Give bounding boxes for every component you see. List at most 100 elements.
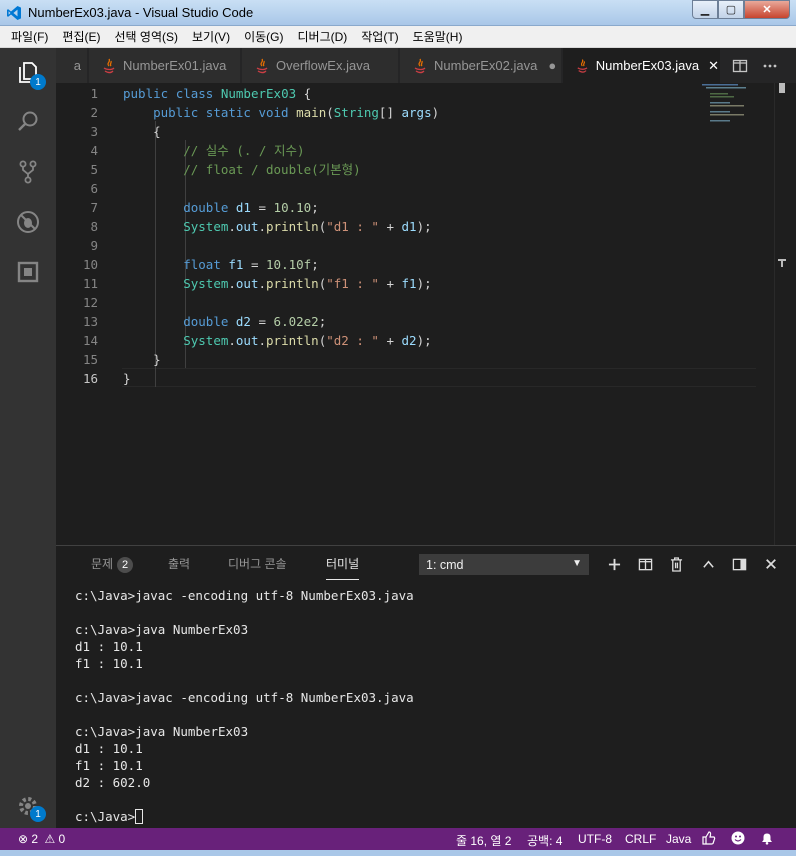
menu-debug[interactable]: 디버그(D) xyxy=(290,28,354,45)
menu-view[interactable]: 보기(V) xyxy=(185,28,237,45)
title-bar: NumberEx03.java - Visual Studio Code ▁ ▢… xyxy=(0,0,796,26)
code-line[interactable]: public static void main(String[] args) xyxy=(123,103,439,122)
editor-scrollbar[interactable] xyxy=(774,83,788,545)
tab-label: OverflowEx.java xyxy=(276,58,370,73)
menu-tasks[interactable]: 작업(T) xyxy=(354,28,405,45)
tab-terminal[interactable]: 터미널 xyxy=(326,555,360,580)
close-window-button[interactable]: ✕ xyxy=(744,0,790,19)
line-number: 2 xyxy=(90,105,98,120)
error-icon: ⊗ xyxy=(18,832,29,846)
java-file-icon xyxy=(577,58,588,73)
code-line[interactable]: } xyxy=(123,369,131,388)
tab-overflowex[interactable]: OverflowEx.java xyxy=(242,48,399,83)
encoding[interactable]: UTF-8 xyxy=(578,832,612,846)
menu-file[interactable]: 파일(F) xyxy=(4,28,55,45)
line-number: 13 xyxy=(82,314,98,329)
extensions-activity[interactable] xyxy=(0,248,56,296)
code-editor[interactable]: 1 2 3 4 5 6 7 8 9 10 11 12 13 14 15 16 public class Num… xyxy=(56,83,796,545)
tab-debug-console[interactable]: 디버그 콘솔 xyxy=(228,555,287,572)
line-number: 15 xyxy=(82,352,98,367)
terminal-line: d1 : 10.1 xyxy=(75,741,143,756)
maximize-button[interactable]: ▢ xyxy=(718,0,744,19)
cursor-position[interactable]: 줄 16, 열 2 xyxy=(456,832,511,849)
code-line[interactable]: { xyxy=(123,122,161,141)
menu-edit[interactable]: 편집(E) xyxy=(55,28,107,45)
bell-icon[interactable] xyxy=(760,831,774,848)
tab-problems[interactable]: 문제 2 xyxy=(91,555,134,573)
line-number: 5 xyxy=(90,162,98,177)
scrollbar-thumb[interactable] xyxy=(779,83,785,93)
tab-numberex01[interactable]: NumberEx01.java xyxy=(89,48,241,83)
language-mode[interactable]: Java xyxy=(666,832,691,846)
debug-activity[interactable] xyxy=(0,198,56,246)
line-number: 16 xyxy=(82,371,98,386)
new-terminal-icon[interactable] xyxy=(605,555,623,573)
source-control-icon xyxy=(19,160,37,184)
settings-badge: 1 xyxy=(30,806,46,822)
code-line[interactable]: } xyxy=(123,350,161,369)
split-terminal-icon[interactable] xyxy=(636,555,654,573)
java-file-icon xyxy=(103,58,115,73)
more-actions-icon[interactable] xyxy=(762,58,778,74)
warning-icon: ⚠ xyxy=(44,832,56,846)
code-line[interactable]: System.out.println("d1 : " + d1); xyxy=(123,217,431,236)
terminal-line: d2 : 602.0 xyxy=(75,775,151,790)
bottom-panel: 문제 2 출력 디버그 콘솔 터미널 1: cmd ▼ c:\Java>javac… xyxy=(56,545,796,828)
problems-count-badge: 2 xyxy=(117,557,134,573)
tab-numberex03[interactable]: NumberEx03.java ✕ xyxy=(563,48,721,83)
code-line[interactable]: double d1 = 10.10; xyxy=(123,198,319,217)
java-file-icon xyxy=(256,58,268,73)
toggle-panel-icon[interactable] xyxy=(730,555,748,573)
warning-count: 0 xyxy=(58,832,66,846)
line-number: 1 xyxy=(90,86,98,101)
code-line[interactable]: // 실수 (. / 지수) xyxy=(123,141,304,160)
thumbs-up-icon[interactable] xyxy=(702,831,716,848)
search-icon xyxy=(18,111,38,131)
menu-go[interactable]: 이동(G) xyxy=(237,28,290,45)
code-line[interactable]: public class NumberEx03 { xyxy=(123,84,311,103)
code-line[interactable]: float f1 = 10.10f; xyxy=(123,255,319,274)
manage-activity[interactable]: 1 xyxy=(0,782,56,830)
code-line[interactable]: // float / double(기본형) xyxy=(123,160,361,179)
terminal-line: c:\Java>javac -encoding utf-8 NumberEx03… xyxy=(75,690,414,705)
chevron-up-icon[interactable] xyxy=(699,555,717,573)
terminal-cursor xyxy=(135,809,144,824)
terminal-line: d1 : 10.1 xyxy=(75,639,143,654)
problems-status[interactable]: ⊗ 2 ⚠ 0 xyxy=(18,832,65,846)
line-number: 3 xyxy=(90,124,98,139)
close-tab-icon[interactable]: ✕ xyxy=(707,58,720,74)
trash-icon[interactable] xyxy=(667,555,685,573)
unsaved-dot-icon: ● xyxy=(548,58,557,73)
editor-tabs: a NumberEx01.java OverflowEx.java Number… xyxy=(56,48,796,83)
tab-output[interactable]: 출력 xyxy=(168,555,190,572)
line-number: 7 xyxy=(90,200,98,215)
panel-header: 문제 2 출력 디버그 콘솔 터미널 1: cmd ▼ xyxy=(56,546,796,582)
line-number: 9 xyxy=(90,238,98,253)
minimap[interactable] xyxy=(702,83,774,123)
line-number: 6 xyxy=(90,181,98,196)
explorer-activity[interactable]: 1 xyxy=(0,48,56,96)
search-activity[interactable] xyxy=(0,98,56,146)
line-number: 8 xyxy=(90,219,98,234)
code-line[interactable]: System.out.println("f1 : " + f1); xyxy=(123,274,431,293)
code-line[interactable]: System.out.println("d2 : " + d2); xyxy=(123,331,431,350)
tab-label: NumberEx01.java xyxy=(123,58,227,73)
vscode-logo-icon xyxy=(7,6,21,20)
menu-bar: 파일(F) 편집(E) 선택 영역(S) 보기(V) 이동(G) 디버그(D) … xyxy=(0,26,796,48)
window-title: NumberEx03.java - Visual Studio Code xyxy=(28,5,254,20)
minimize-button[interactable]: ▁ xyxy=(692,0,718,19)
line-ending[interactable]: CRLF xyxy=(625,832,656,846)
tab-numberex02[interactable]: NumberEx02.java ● xyxy=(400,48,562,83)
menu-help[interactable]: 도움말(H) xyxy=(406,28,470,45)
feedback-smiley-icon[interactable] xyxy=(731,831,745,848)
terminal-select[interactable]: 1: cmd ▼ xyxy=(419,554,589,575)
terminal-select-value: 1: cmd xyxy=(426,558,464,572)
source-control-activity[interactable] xyxy=(0,148,56,196)
tab-overflow[interactable]: a xyxy=(56,48,88,83)
split-editor-icon[interactable] xyxy=(732,58,748,74)
menu-selection[interactable]: 선택 영역(S) xyxy=(107,28,185,45)
code-line[interactable]: double d2 = 6.02e2; xyxy=(123,312,326,331)
close-panel-icon[interactable] xyxy=(762,555,780,573)
indentation[interactable]: 공백: 4 xyxy=(527,832,562,849)
explorer-badge: 1 xyxy=(30,74,46,90)
